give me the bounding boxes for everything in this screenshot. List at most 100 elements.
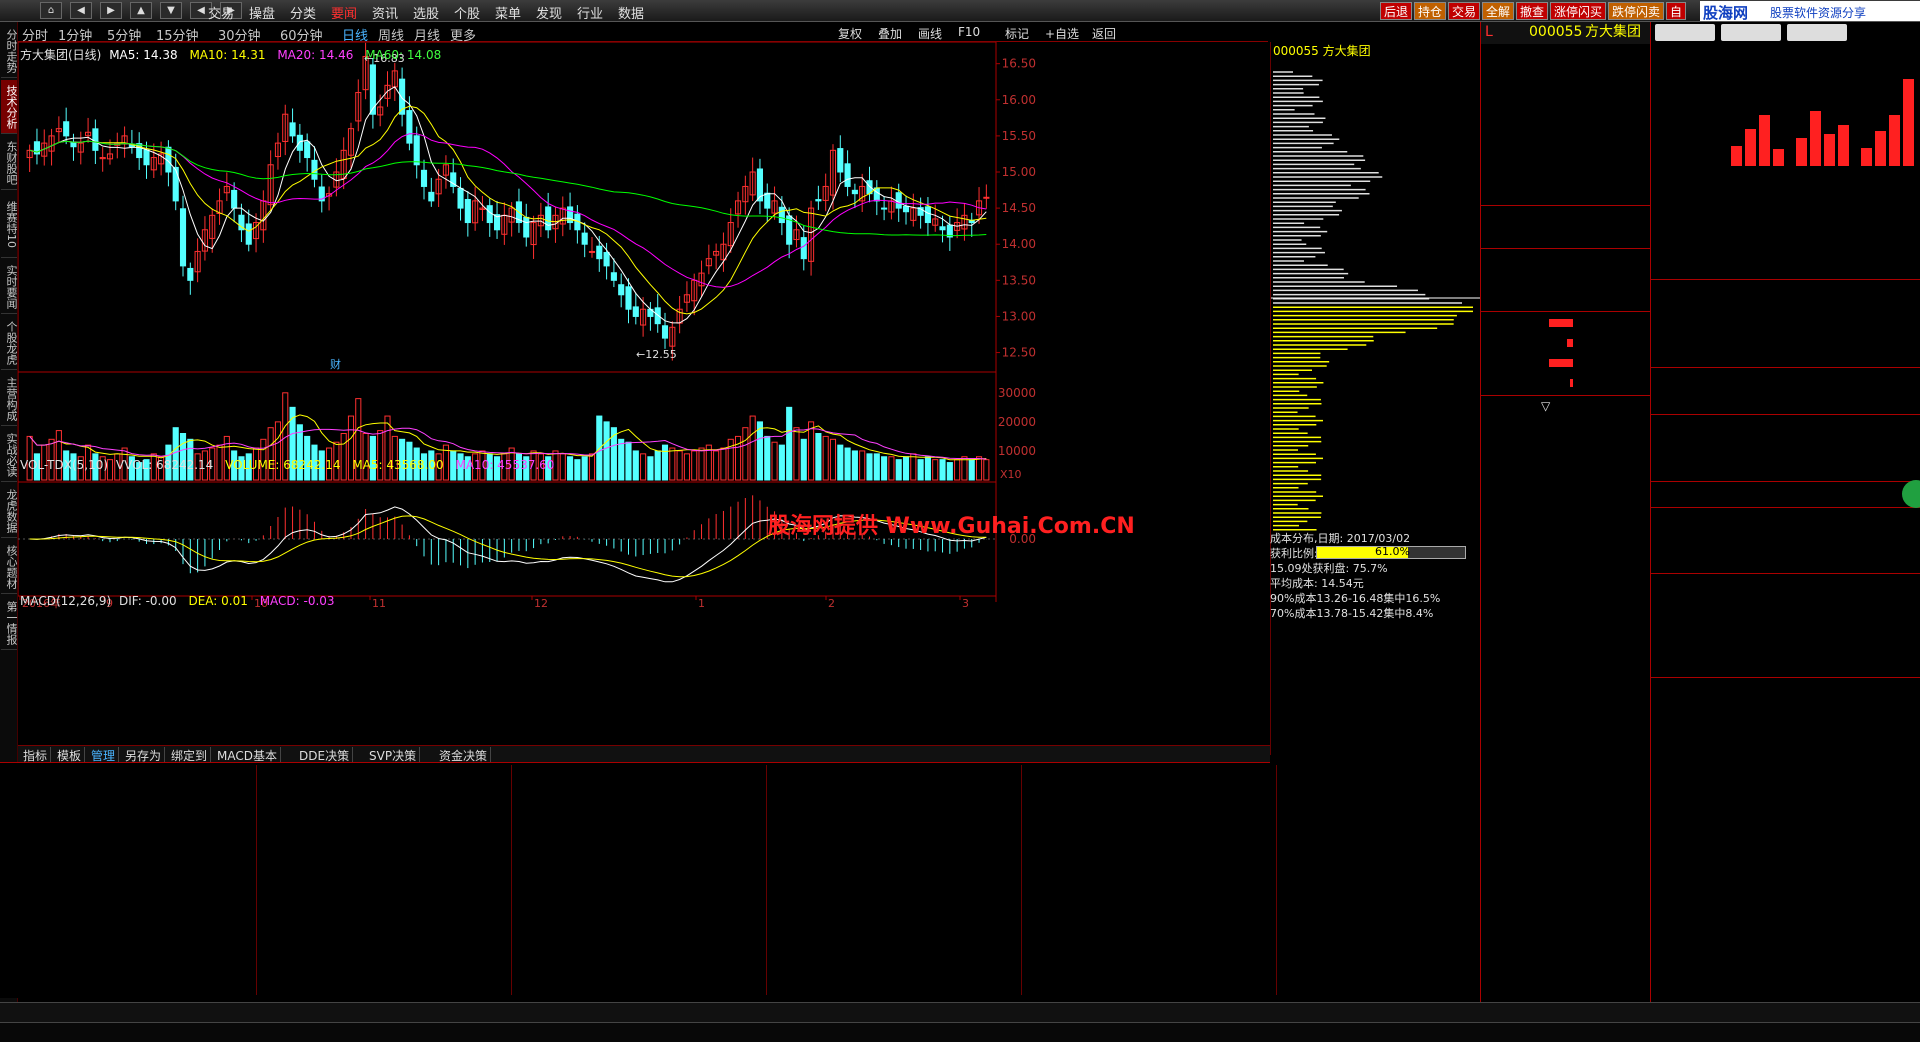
buy-level [1270, 978, 1480, 996]
vol-ma10-legend: MA10: 45537.60 [455, 458, 555, 472]
menu-9[interactable]: 行业 [577, 3, 603, 22]
trade-row [1481, 806, 1650, 823]
down-icon[interactable]: ▼ [160, 2, 182, 19]
forward-icon[interactable]: ▶ [100, 2, 122, 19]
top-button-1[interactable]: 持仓 [1414, 2, 1447, 20]
chart-tool-5[interactable]: +自选 [1045, 25, 1079, 42]
valuation-row [1651, 345, 1920, 366]
volume-bar [895, 459, 902, 481]
flow-row [1481, 353, 1650, 373]
volume-bar [829, 438, 837, 481]
menu-0[interactable]: 交易 [208, 3, 234, 22]
score-badge[interactable] [1902, 480, 1920, 509]
vvol-legend: VVOL: 68242.14 [115, 458, 214, 472]
chart-tool-4[interactable]: 标记 [1005, 25, 1029, 42]
left-tab-9[interactable]: 核心题材 [1, 540, 18, 594]
chart-tool-1[interactable]: 叠加 [878, 25, 902, 42]
dif-legend: DIF: -0.00 [118, 594, 177, 608]
volume-bar [683, 453, 690, 481]
tick-row [257, 833, 511, 850]
candle-body [939, 226, 946, 231]
tick-row [512, 918, 766, 935]
top-button-3[interactable]: 全解 [1482, 2, 1515, 20]
forecast-row [1651, 635, 1920, 656]
up-icon[interactable]: ▲ [130, 2, 152, 19]
price-low-label: ←12.55 [636, 348, 677, 361]
sell-level [1270, 747, 1480, 765]
tick-row [512, 799, 766, 816]
tick-row [2, 765, 256, 782]
buy-level [1270, 889, 1480, 907]
volume-bar [179, 433, 187, 481]
buy-level [1270, 854, 1480, 872]
menu-3[interactable]: 要闻 [331, 3, 357, 22]
candle-body [420, 169, 428, 187]
tick-row [767, 901, 1021, 918]
fin-tabs [1651, 572, 1920, 594]
sort-icon[interactable]: ▽ [1541, 398, 1550, 415]
tick-row [257, 935, 511, 952]
price-axis-label: 16.00 [1002, 93, 1036, 107]
candle-body [764, 192, 771, 209]
holder-row [1651, 459, 1920, 480]
top-button-2[interactable]: 交易 [1448, 2, 1481, 20]
chart-tool-3[interactable]: F10 [958, 25, 980, 39]
quote-separator [1481, 248, 1650, 249]
home-icon[interactable]: ⌂ [40, 2, 62, 19]
flow-bar [1549, 359, 1573, 367]
menu-2[interactable]: 分类 [290, 3, 316, 22]
flow-row [1481, 373, 1650, 393]
buy-level [1270, 836, 1480, 854]
left-tab-1[interactable]: 技术分析 [1, 80, 18, 134]
top-button-6[interactable]: 跌停闪卖 [1608, 2, 1665, 20]
left-tab-10[interactable]: 第一情报 [1, 596, 18, 650]
menu-10[interactable]: 数据 [618, 3, 644, 22]
left-tab-2[interactable]: 东财股吧 [1, 136, 18, 190]
menu-6[interactable]: 个股 [454, 3, 480, 22]
trade-row [1481, 449, 1650, 466]
candle-body [632, 306, 639, 317]
price-axis-label: 15.00 [1002, 165, 1036, 179]
menu-5[interactable]: 选股 [413, 3, 439, 22]
chart-tool-6[interactable]: 返回 [1092, 25, 1116, 42]
top-button-0[interactable]: 后退 [1380, 2, 1413, 20]
cost-stock-code: 000055 [1273, 44, 1319, 58]
volume-bar [866, 453, 873, 481]
left-tab-3[interactable]: 维赛特10 [1, 192, 18, 258]
trade-row [1481, 415, 1650, 432]
fin-button-1[interactable] [1721, 24, 1781, 41]
candle-body [895, 192, 902, 209]
left-tab-4[interactable]: 实时要闻 [1, 260, 18, 314]
left-tab-0[interactable]: 分时走势 [1, 24, 18, 78]
chart-tool-2[interactable]: 画线 [918, 25, 942, 42]
back-icon[interactable]: ◀ [70, 2, 92, 19]
top-button-4[interactable]: 撤查 [1516, 2, 1549, 20]
tick-row [767, 833, 1021, 850]
chart-tool-0[interactable]: 复权 [838, 25, 862, 42]
fin-button-2[interactable] [1787, 24, 1847, 41]
volume-bar [588, 453, 596, 481]
volume-bar [669, 447, 676, 481]
left-tab-7[interactable]: 实战必读 [1, 428, 18, 482]
trade-row [1481, 738, 1650, 755]
left-tab-8[interactable]: 龙虎数据 [1, 484, 18, 538]
vol-legend-name: VOL-TDX(5,10) [20, 458, 109, 472]
fin-button-0[interactable] [1655, 24, 1715, 41]
top-button-5[interactable]: 涨停闪买 [1550, 2, 1607, 20]
trade-row [1481, 653, 1650, 670]
top-button-7[interactable]: 自 [1666, 2, 1687, 20]
volume-bar [618, 438, 625, 481]
menu-8[interactable]: 发现 [536, 3, 562, 22]
left-tab-5[interactable]: 个股龙虎 [1, 316, 18, 370]
menu-7[interactable]: 菜单 [495, 3, 521, 22]
kline-chart[interactable]: 16.50 16.00 15.50 15.00 14.50 14.00 13.50 13.00… [18, 42, 1268, 745]
left-tab-6[interactable]: 主营构成 [1, 372, 18, 426]
profit-ratio-label: 获利比例: [1270, 547, 1318, 560]
menu-1[interactable]: 操盘 [249, 3, 275, 22]
rating-row [1651, 822, 1920, 843]
volume-bar [851, 450, 858, 481]
tick-row [512, 850, 766, 867]
menu-4[interactable]: 资讯 [372, 3, 398, 22]
buy-level [1270, 871, 1480, 889]
candle-body [654, 307, 661, 325]
